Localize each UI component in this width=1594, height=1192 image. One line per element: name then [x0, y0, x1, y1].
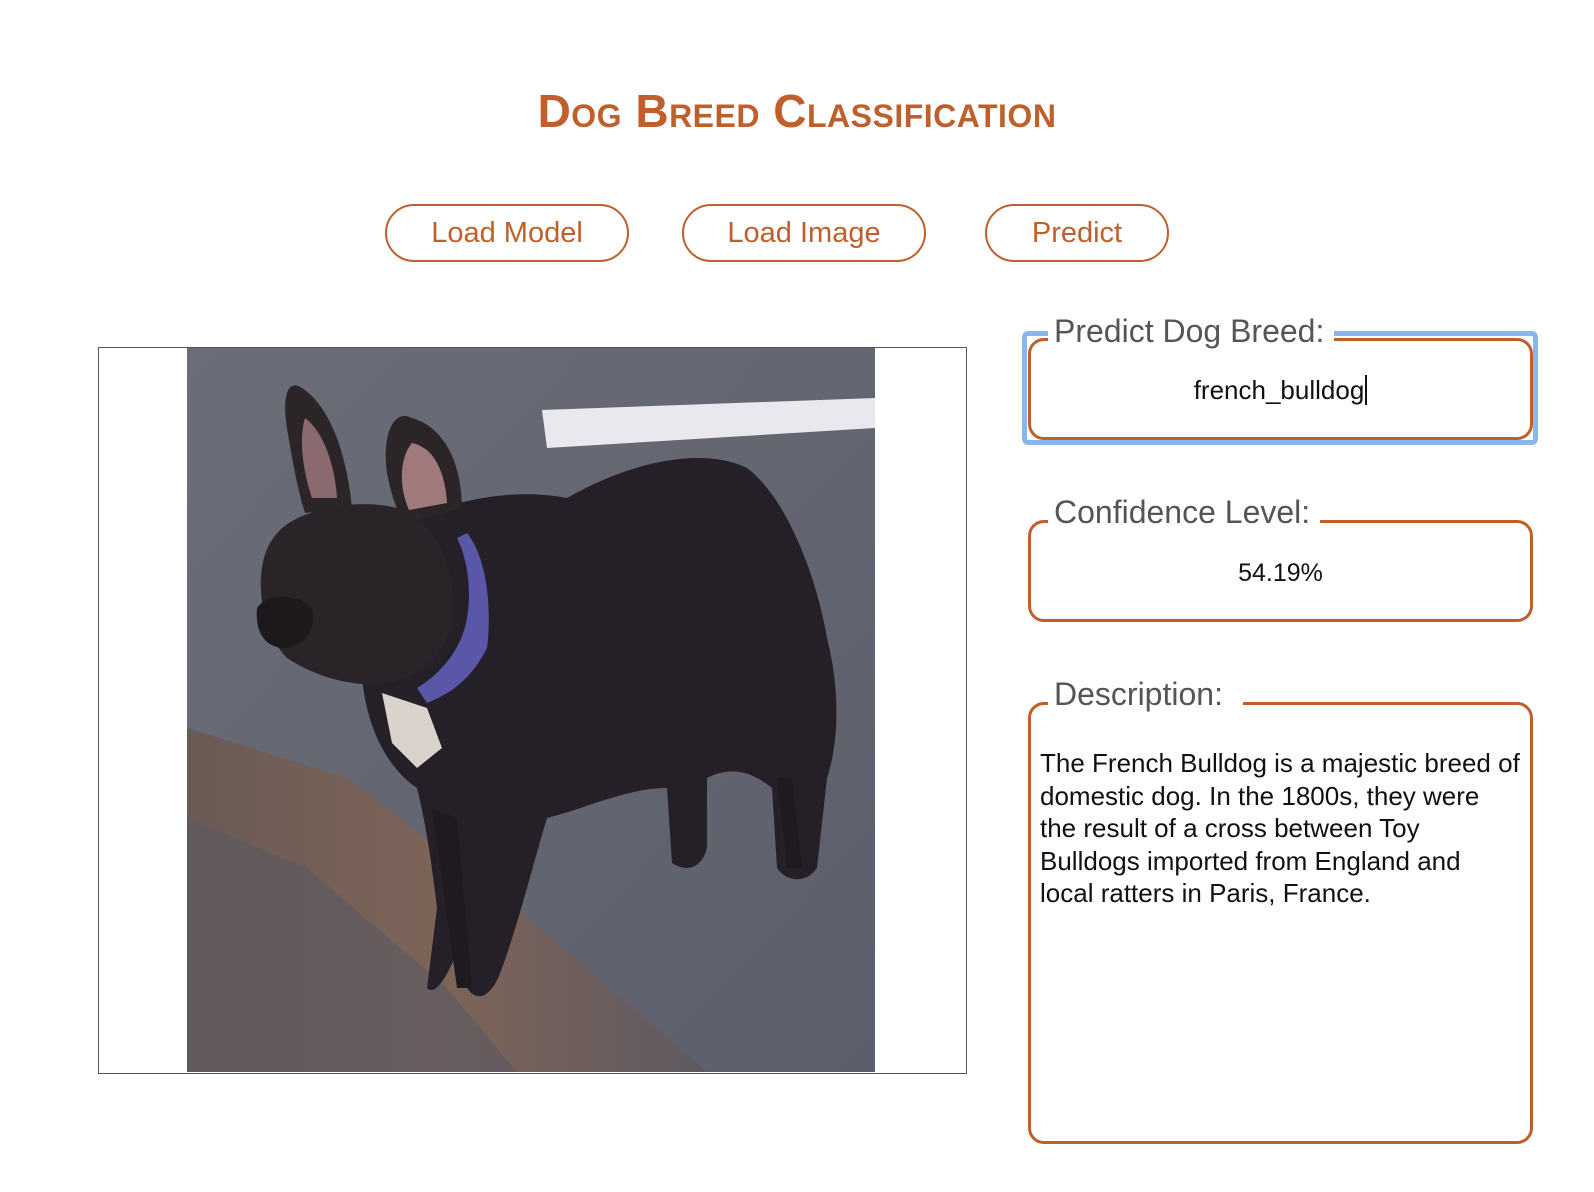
breed-field[interactable]: french_bulldog — [1028, 338, 1533, 440]
page-title: Dog Breed Classification — [537, 85, 1057, 137]
text-caret — [1365, 375, 1368, 405]
load-image-button[interactable]: Load Image — [682, 204, 926, 262]
breed-field-label: Predict Dog Breed: — [1048, 313, 1335, 349]
confidence-value: 54.19% — [1238, 559, 1323, 587]
breed-value: french_bulldog — [1193, 375, 1365, 405]
confidence-field[interactable]: 54.19% — [1028, 520, 1533, 622]
image-preview-panel — [98, 347, 967, 1074]
confidence-field-label: Confidence Level: — [1048, 494, 1321, 530]
load-model-button[interactable]: Load Model — [385, 204, 629, 262]
dog-photo — [187, 348, 875, 1072]
description-value: The French Bulldog is a majestic breed o… — [1040, 748, 1520, 908]
description-field[interactable]: The French Bulldog is a majestic breed o… — [1028, 702, 1533, 1144]
breed-value-container: french_bulldog — [1031, 375, 1530, 406]
description-field-label: Description: — [1048, 676, 1243, 712]
app-window: Dog Breed Classification Load Model Load… — [0, 0, 1594, 1192]
predict-button[interactable]: Predict — [985, 204, 1169, 262]
